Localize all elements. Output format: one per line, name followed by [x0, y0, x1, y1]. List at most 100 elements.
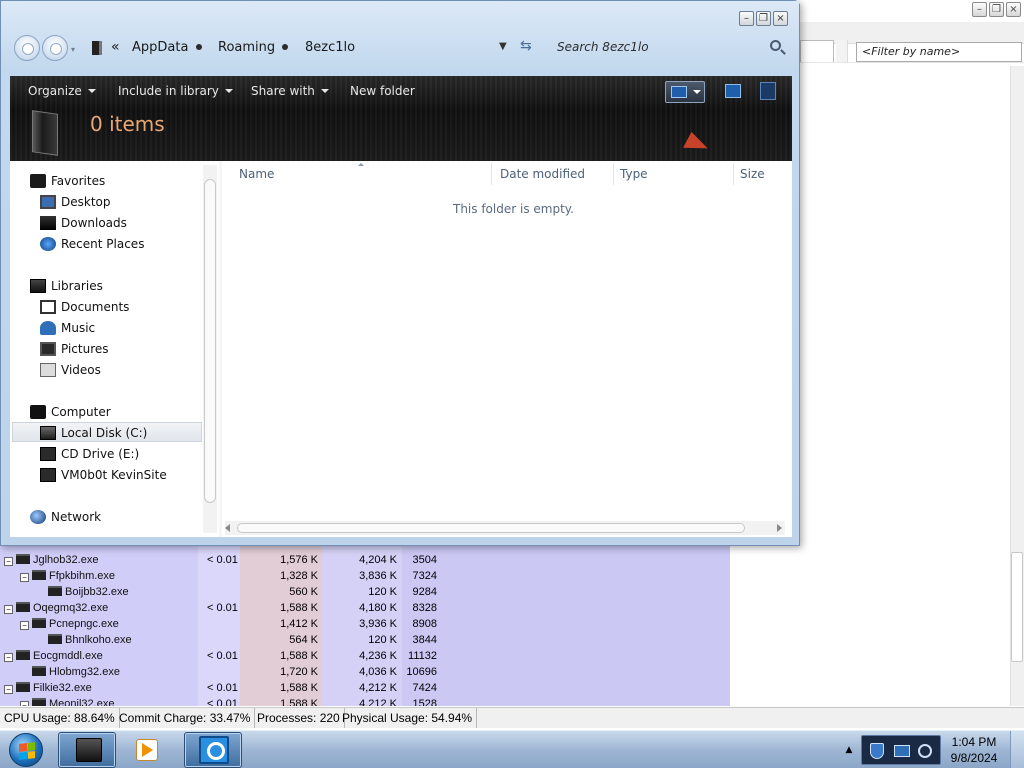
nav-pane-scrollbar[interactable] — [203, 165, 217, 533]
breadcrumb-separator-icon[interactable] — [196, 44, 202, 50]
pe-scroll-thumb[interactable] — [1011, 552, 1023, 662]
network-icon[interactable] — [894, 745, 910, 757]
pe-filter-input[interactable]: <Filter by name> — [856, 42, 1022, 62]
collapse-icon[interactable]: − — [4, 557, 13, 566]
table-row[interactable]: − Jglhob32.exe < 0.01 1,576 K 4,204 K 3504 — [0, 552, 730, 568]
process-private-bytes: 1,328 K — [280, 570, 318, 582]
column-header-size[interactable]: Size — [740, 167, 765, 181]
maximize-button[interactable]: ❐ — [756, 11, 771, 26]
table-row[interactable]: − Meonil32.exe < 0.01 1,588 K 4,212 K 1528 — [0, 696, 730, 706]
forward-button[interactable] — [42, 35, 68, 61]
search-input[interactable]: Search 8ezc1lo — [557, 40, 649, 54]
organize-button[interactable]: Organize — [26, 84, 98, 98]
table-row[interactable]: − Ffpkbihm.exe 1,328 K 3,836 K 7324 — [0, 568, 730, 584]
scroll-right-icon[interactable] — [777, 524, 782, 532]
explorer-window: – ❐ × ▾ « AppData Roaming 8ezc1lo ▼ ⇆ Se… — [0, 0, 800, 546]
start-button[interactable] — [6, 731, 48, 768]
taskbar-explorer-button[interactable] — [58, 732, 116, 768]
hard-drive-icon — [40, 426, 56, 440]
pe-divider — [800, 62, 1024, 63]
collapse-icon[interactable]: − — [4, 605, 13, 614]
show-desktop-button[interactable] — [1010, 731, 1024, 768]
process-name-cell[interactable]: − Meonil32.exe — [20, 696, 114, 706]
pe-maximize-button[interactable]: ❐ — [989, 2, 1004, 17]
process-pid: 8908 — [412, 618, 437, 630]
process-name-cell[interactable]: Boijbb32.exe — [36, 584, 129, 600]
collapse-icon[interactable]: − — [20, 573, 29, 582]
process-name-cell[interactable]: − Ffpkbihm.exe — [20, 568, 115, 584]
breadcrumb-separator-icon[interactable] — [282, 44, 288, 50]
table-row[interactable]: − Eocgmddl.exe < 0.01 1,588 K 4,236 K 11132 — [0, 648, 730, 664]
recent-pages-dropdown[interactable]: ▾ — [71, 45, 75, 54]
breadcrumb-overflow-button[interactable]: « — [111, 39, 120, 55]
collapse-icon[interactable]: − — [20, 701, 29, 706]
file-list-pane[interactable]: Name Date modified Type Size This folder… — [219, 161, 792, 537]
process-cpu: < 0.01 — [207, 602, 238, 614]
column-divider[interactable] — [733, 163, 734, 185]
show-hidden-icons-button[interactable]: ▲ — [840, 733, 858, 767]
table-row[interactable]: − Oqegmq32.exe < 0.01 1,588 K 4,180 K 8328 — [0, 600, 730, 616]
process-name-cell[interactable]: − Eocgmddl.exe — [4, 648, 103, 664]
process-pid: 3504 — [412, 554, 437, 566]
organize-label: Organize — [28, 84, 82, 98]
breadcrumb-roaming[interactable]: Roaming — [218, 40, 275, 55]
taskbar-process-explorer-button[interactable] — [184, 732, 242, 768]
process-name-cell[interactable]: − Oqegmq32.exe — [4, 600, 108, 616]
nav-pane-scroll-thumb[interactable] — [204, 179, 216, 503]
column-header-date-modified[interactable]: Date modified — [500, 167, 585, 181]
breadcrumb-current-folder[interactable]: 8ezc1lo — [305, 40, 355, 55]
change-view-button[interactable] — [665, 81, 705, 103]
column-divider[interactable] — [613, 163, 614, 185]
column-header-name[interactable]: Name — [239, 167, 274, 181]
action-center-icon[interactable] — [870, 743, 884, 759]
process-name-cell[interactable]: Bhnlkoho.exe — [36, 632, 132, 648]
include-in-library-button[interactable]: Include in library — [116, 84, 235, 98]
pe-tab[interactable] — [800, 40, 834, 62]
address-history-dropdown[interactable]: ▼ — [499, 41, 507, 52]
search-icon[interactable] — [770, 40, 781, 51]
pane-splitter[interactable] — [219, 161, 222, 537]
table-row[interactable]: − Pcnepngc.exe 1,412 K 3,936 K 8908 — [0, 616, 730, 632]
address-bar[interactable]: « AppData Roaming 8ezc1lo ▼ ⇆ — [86, 35, 538, 61]
minimize-button[interactable]: – — [739, 11, 754, 26]
close-button[interactable]: × — [773, 11, 788, 26]
table-row[interactable]: Hlobmg32.exe 1,720 K 4,036 K 10696 — [0, 664, 730, 680]
table-row[interactable]: Bhnlkoho.exe 564 K 120 K 3844 — [0, 632, 730, 648]
refresh-icon[interactable]: ⇆ — [520, 38, 532, 54]
nav-videos-label: Videos — [61, 363, 101, 377]
horizontal-scrollbar[interactable] — [225, 521, 785, 535]
process-pid: 9284 — [412, 586, 437, 598]
table-row[interactable]: Boijbb32.exe 560 K 120 K 9284 — [0, 584, 730, 600]
process-working-set: 4,204 K — [359, 554, 397, 566]
search-box[interactable]: Search 8ezc1lo — [549, 35, 791, 61]
process-name-cell[interactable]: Hlobmg32.exe — [20, 664, 120, 680]
process-cpu: < 0.01 — [207, 650, 238, 662]
pe-status-bar: CPU Usage: 88.64% Commit Charge: 33.47% … — [0, 707, 1024, 728]
breadcrumb-appdata[interactable]: AppData — [132, 40, 188, 55]
pe-close-button[interactable]: × — [1006, 2, 1021, 17]
process-name-cell[interactable]: − Filkie32.exe — [4, 680, 92, 696]
taskbar-media-player-button[interactable] — [120, 732, 178, 768]
new-folder-button[interactable]: New folder — [348, 84, 417, 98]
table-row[interactable]: − Filkie32.exe < 0.01 1,588 K 4,212 K 7424 — [0, 680, 730, 696]
preview-pane-button[interactable] — [725, 84, 741, 98]
process-name-cell[interactable]: − Jglhob32.exe — [4, 552, 98, 568]
process-pid: 10696 — [406, 666, 437, 678]
column-divider[interactable] — [491, 163, 492, 185]
volume-icon[interactable] — [918, 744, 932, 758]
help-button[interactable] — [760, 82, 776, 100]
back-button[interactable] — [14, 35, 40, 61]
collapse-icon[interactable]: − — [20, 621, 29, 630]
process-name-cell[interactable]: − Pcnepngc.exe — [20, 616, 119, 632]
collapse-icon[interactable]: − — [4, 685, 13, 694]
process-working-set: 120 K — [368, 586, 397, 598]
clock[interactable]: 1:04 PM 9/8/2024 — [944, 733, 1004, 767]
column-header-type[interactable]: Type — [620, 167, 648, 181]
process-name: Boijbb32.exe — [65, 586, 129, 598]
collapse-icon[interactable]: − — [4, 653, 13, 662]
share-with-button[interactable]: Share with — [249, 84, 331, 98]
chevron-down-icon[interactable] — [693, 90, 701, 94]
scroll-left-icon[interactable] — [225, 524, 230, 532]
pe-minimize-button[interactable]: – — [972, 2, 987, 17]
horizontal-scroll-thumb[interactable] — [237, 523, 745, 533]
